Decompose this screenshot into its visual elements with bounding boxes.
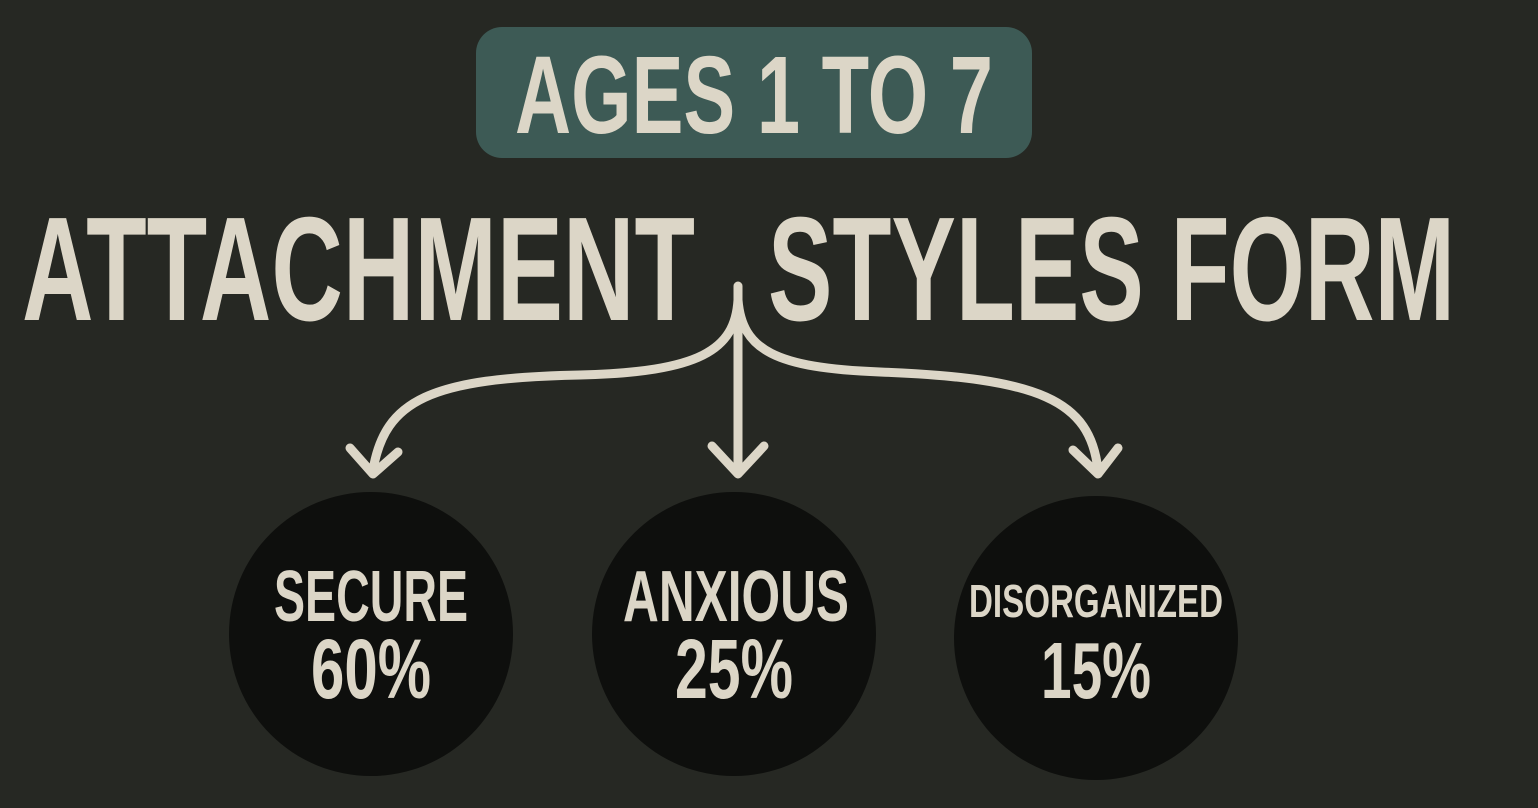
style-disorganized: DISORGANIZED 15%	[954, 496, 1238, 780]
infographic: AGES 1 TO 7 ATTACHMENT STYLES FORM SECUR…	[0, 0, 1538, 808]
percent-disorganized: 15%	[1041, 626, 1151, 715]
percent-anxious: 25%	[675, 622, 793, 716]
title-part2: STYLES FORM	[768, 187, 1455, 352]
style-secure: SECURE 60%	[229, 492, 513, 776]
style-anxious: ANXIOUS 25%	[592, 492, 876, 776]
age-badge-text: AGES 1 TO 7	[515, 34, 993, 157]
percent-secure: 60%	[311, 622, 431, 716]
label-disorganized: DISORGANIZED	[969, 575, 1223, 627]
age-badge: AGES 1 TO 7	[476, 27, 1032, 158]
title-part1: ATTACHMENT	[22, 187, 695, 352]
